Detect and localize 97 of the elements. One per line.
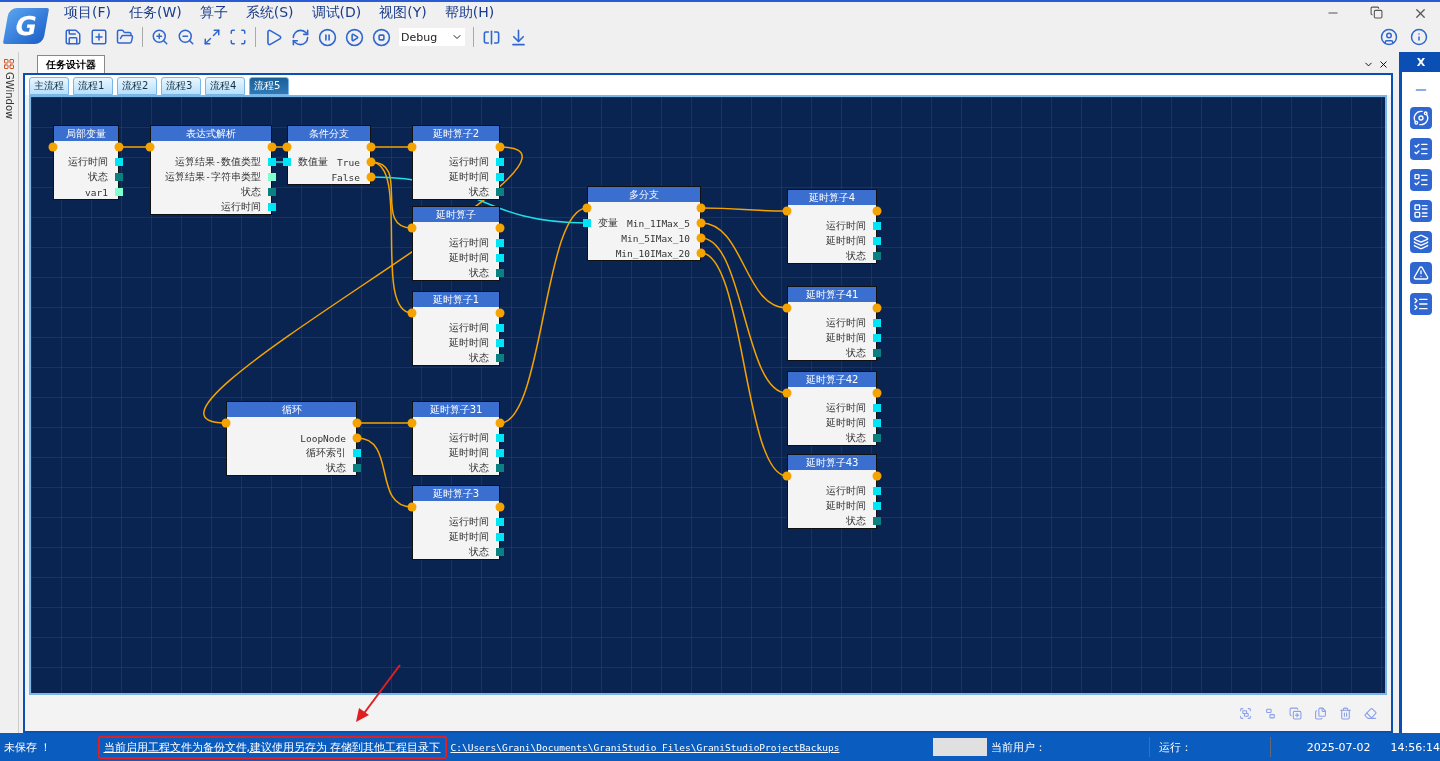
- flow-tab[interactable]: 流程2: [117, 77, 157, 95]
- mode-dropdown[interactable]: Debug: [399, 28, 465, 46]
- port-label: 状态: [469, 462, 489, 475]
- port-label: Min_1IMax_5: [627, 218, 690, 229]
- port-label: 延时时间: [826, 332, 866, 345]
- port-label: 延时时间: [826, 235, 866, 248]
- app-logo: G: [2, 8, 50, 44]
- operator-node[interactable]: 延时算子 运行时间 延时时间 状态: [412, 206, 500, 281]
- flow-tab[interactable]: 流程4: [205, 77, 245, 95]
- port-label: True: [337, 157, 360, 168]
- port-label: 运算结果-数值类型: [175, 156, 261, 169]
- run-label: 运行：: [1159, 739, 1192, 755]
- port-label: 状态: [846, 250, 866, 263]
- node-title: 条件分支: [288, 126, 370, 141]
- node-title: 延时算子42: [788, 372, 876, 387]
- menu-item[interactable]: 系统(S): [245, 4, 294, 22]
- save-status: 未保存 ！: [4, 739, 52, 755]
- port-label: 状态: [469, 186, 489, 199]
- menu-item[interactable]: 帮助(H): [444, 4, 495, 22]
- side-tab[interactable]: GWindow: [3, 72, 15, 120]
- operator-node[interactable]: 循环 LoopNode 循环索引 状态: [226, 401, 357, 476]
- node-title: 延时算子2: [413, 126, 499, 141]
- operator-node[interactable]: 延时算子3 运行时间 延时时间 状态: [412, 485, 500, 560]
- menu-item[interactable]: 项目(F): [64, 4, 111, 22]
- port-label: LoopNode: [300, 433, 346, 444]
- port-label: False: [331, 172, 360, 183]
- flow-tab[interactable]: 流程3: [161, 77, 201, 95]
- menu-item[interactable]: 调试(D): [311, 4, 362, 22]
- port-label: var1: [85, 187, 108, 198]
- operator-node[interactable]: 延时算子31 运行时间 延时时间 状态: [412, 401, 500, 476]
- operator-node[interactable]: 延时算子42 运行时间 延时时间 状态: [787, 371, 877, 446]
- operator-node[interactable]: 条件分支 数值量 True False: [287, 125, 371, 185]
- port-label: 运行时间: [826, 220, 866, 233]
- node-title: 表达式解析: [151, 126, 271, 141]
- port-label: 运行时间: [826, 402, 866, 415]
- port-label: 数值量: [298, 156, 328, 169]
- node-title: 延时算子4: [788, 190, 876, 205]
- operator-node[interactable]: 表达式解析 运算结果-数值类型 运算结果-字符串类型 状态 运行时间: [150, 125, 272, 215]
- operator-node[interactable]: 延时算子41 运行时间 延时时间 状态: [787, 286, 877, 361]
- port-label: 运行时间: [449, 432, 489, 445]
- port-label: 运行时间: [449, 516, 489, 529]
- port-label: 延时时间: [449, 337, 489, 350]
- node-title: 循环: [227, 402, 356, 417]
- menu-item[interactable]: 任务(W): [129, 4, 182, 22]
- document-tab[interactable]: 任务设计器: [37, 55, 105, 73]
- port-label: 状态: [846, 515, 866, 528]
- flow-tab[interactable]: 流程1: [73, 77, 113, 95]
- operator-node[interactable]: 局部变量 运行时间 状态 var1: [53, 125, 119, 200]
- port-label: 延时时间: [449, 447, 489, 460]
- operator-node[interactable]: 延时算子4 运行时间 延时时间 状态: [787, 189, 877, 264]
- port-label: 状态: [326, 462, 346, 475]
- flow-tab[interactable]: 流程5: [249, 77, 289, 95]
- port-label: 运行时间: [449, 322, 489, 335]
- port-label: 延时时间: [449, 531, 489, 544]
- port-label: 运行时间: [449, 237, 489, 250]
- user-label: 当前用户：: [991, 739, 1047, 755]
- port-label: 运行时间: [449, 156, 489, 169]
- panel-close-button[interactable]: X: [1402, 52, 1440, 72]
- port-label: 变量: [598, 217, 618, 230]
- port-label: Min_10IMax_20: [615, 248, 690, 259]
- operator-node[interactable]: 延时算子43 运行时间 延时时间 状态: [787, 454, 877, 529]
- menu-item[interactable]: 视图(Y): [379, 4, 427, 22]
- port-label: 状态: [469, 267, 489, 280]
- port-label: 运算结果-字符串类型: [165, 171, 261, 184]
- port-label: 延时时间: [449, 171, 489, 184]
- backup-notice-link[interactable]: 当前启用工程文件为备份文件,建议使用另存为 存储到其他工程目录下: [103, 740, 441, 754]
- port-label: 状态: [469, 352, 489, 365]
- port-label: 延时时间: [826, 500, 866, 513]
- flow-tab[interactable]: 主流程: [29, 77, 69, 95]
- port-label: 状态: [88, 171, 108, 184]
- port-label: 状态: [846, 347, 866, 360]
- menu-item[interactable]: 算子: [199, 4, 228, 22]
- port-label: 延时时间: [826, 417, 866, 430]
- node-title: 延时算子3: [413, 486, 499, 501]
- port-label: 延时时间: [449, 252, 489, 265]
- status-date: 2025-07-02: [1306, 740, 1371, 754]
- node-title: 多分支: [588, 187, 700, 202]
- node-title: 延时算子1: [413, 292, 499, 307]
- status-time: 14:56:14: [1390, 740, 1440, 754]
- port-label: 运行时间: [826, 485, 866, 498]
- port-label: Min_5IMax_10: [621, 233, 690, 244]
- port-label: 运行时间: [68, 156, 108, 169]
- node-title: 局部变量: [54, 126, 118, 141]
- port-label: 运行时间: [221, 201, 261, 214]
- port-label: 运行时间: [826, 317, 866, 330]
- operator-node[interactable]: 延时算子2 运行时间 延时时间 状态: [412, 125, 500, 200]
- node-title: 延时算子41: [788, 287, 876, 302]
- node-title: 延时算子43: [788, 455, 876, 470]
- path-link[interactable]: C:\Users\Grani\Documents\GraniStudio Files\GraniStudioProjectBackups: [450, 741, 840, 753]
- port-label: 状态: [846, 432, 866, 445]
- port-label: 循环索引: [306, 447, 346, 460]
- port-label: 状态: [469, 546, 489, 559]
- port-label: 状态: [241, 186, 261, 199]
- operator-node[interactable]: 延时算子1 运行时间 延时时间 状态: [412, 291, 500, 366]
- node-title: 延时算子: [413, 207, 499, 222]
- operator-node[interactable]: 多分支 变量 Min_1IMax_5 Min_5IMax_10 Min_10IMax_20: [587, 186, 701, 261]
- node-title: 延时算子31: [413, 402, 499, 417]
